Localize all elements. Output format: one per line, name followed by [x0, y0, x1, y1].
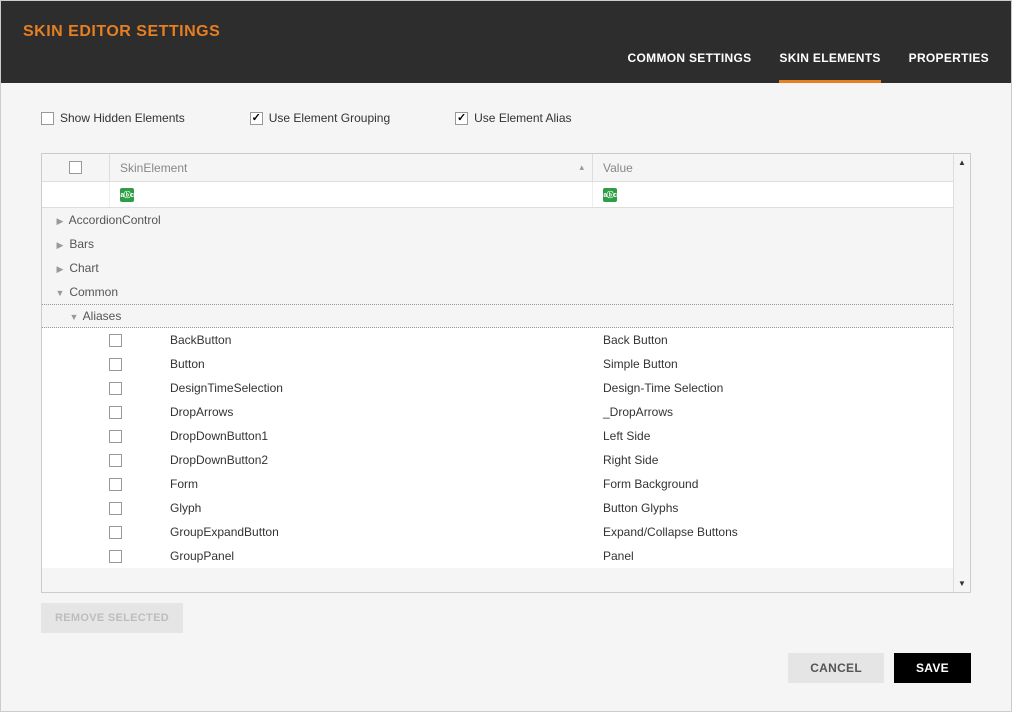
- tab-common-settings[interactable]: COMMON SETTINGS: [628, 51, 752, 83]
- row-value: Back Button: [593, 333, 953, 347]
- row-value: Button Glyphs: [593, 501, 953, 515]
- column-label: SkinElement: [120, 161, 187, 175]
- filter-check-cell: [42, 182, 110, 207]
- row-checkbox[interactable]: [109, 502, 122, 515]
- table-row[interactable]: GroupPanelPanel: [42, 544, 953, 568]
- window-title: SKIN EDITOR SETTINGS: [1, 1, 1011, 41]
- group-label: AccordionControl: [69, 213, 161, 227]
- column-header-value[interactable]: Value: [593, 154, 953, 181]
- row-checkbox[interactable]: [109, 358, 122, 371]
- row-name: GroupExpandButton: [130, 525, 593, 539]
- row-value: Left Side: [593, 429, 953, 443]
- use-alias-checkbox[interactable]: Use Element Alias: [455, 111, 571, 125]
- row-name: DesignTimeSelection: [130, 381, 593, 395]
- header-check-cell: [42, 154, 110, 181]
- filter-value[interactable]: [593, 182, 953, 207]
- row-name: BackButton: [130, 333, 593, 347]
- row-value: Design-Time Selection: [593, 381, 953, 395]
- table-row[interactable]: FormForm Background: [42, 472, 953, 496]
- save-button[interactable]: SAVE: [894, 653, 971, 683]
- column-label: Value: [603, 161, 633, 175]
- options-row: Show Hidden Elements Use Element Groupin…: [41, 111, 971, 125]
- row-checkbox[interactable]: [109, 550, 122, 563]
- group-label: Bars: [69, 237, 94, 251]
- row-checkbox[interactable]: [109, 430, 122, 443]
- row-name: Glyph: [130, 501, 593, 515]
- checkbox-label: Show Hidden Elements: [60, 111, 185, 125]
- tab-skin-elements[interactable]: SKIN ELEMENTS: [779, 51, 880, 83]
- row-name: Form: [130, 477, 593, 491]
- table-row[interactable]: GlyphButton Glyphs: [42, 496, 953, 520]
- cancel-button[interactable]: CANCEL: [788, 653, 884, 683]
- row-checkbox[interactable]: [109, 454, 122, 467]
- row-checkbox[interactable]: [109, 334, 122, 347]
- row-value: Simple Button: [593, 357, 953, 371]
- table-row[interactable]: GroupExpandButtonExpand/Collapse Buttons: [42, 520, 953, 544]
- scroll-up-icon[interactable]: ▲: [954, 154, 970, 171]
- row-checkbox[interactable]: [109, 406, 122, 419]
- tab-bar: COMMON SETTINGS SKIN ELEMENTS PROPERTIES: [628, 51, 989, 83]
- grid-filter-row: [42, 182, 953, 208]
- grid-body: ▶ AccordionControl ▶ Bars ▶ Chart ▼ Comm…: [42, 208, 953, 592]
- row-value: _DropArrows: [593, 405, 953, 419]
- select-all-checkbox[interactable]: [69, 161, 82, 174]
- expand-icon: ▶: [54, 264, 66, 275]
- footer: CANCEL SAVE: [1, 653, 1011, 711]
- grid-header: SkinElement ▴ Value: [42, 154, 953, 182]
- row-name: GroupPanel: [130, 549, 593, 563]
- settings-window: SKIN EDITOR SETTINGS COMMON SETTINGS SKI…: [0, 0, 1012, 712]
- table-row[interactable]: DropDownButton2Right Side: [42, 448, 953, 472]
- checkbox-icon: [455, 112, 468, 125]
- filter-skinelement[interactable]: [110, 182, 593, 207]
- group-row-bars[interactable]: ▶ Bars: [42, 232, 953, 256]
- group-label: Common: [69, 285, 118, 299]
- checkbox-label: Use Element Alias: [474, 111, 571, 125]
- sort-indicator-icon: ▴: [579, 162, 584, 173]
- table-row[interactable]: DesignTimeSelectionDesign-Time Selection: [42, 376, 953, 400]
- grid-main: SkinElement ▴ Value ▶ AccordionControl: [42, 154, 953, 592]
- use-grouping-checkbox[interactable]: Use Element Grouping: [250, 111, 390, 125]
- group-label: Chart: [69, 261, 98, 275]
- row-value: Form Background: [593, 477, 953, 491]
- checkbox-icon: [250, 112, 263, 125]
- row-value: Right Side: [593, 453, 953, 467]
- expand-icon: ▶: [54, 216, 66, 227]
- column-header-skinelement[interactable]: SkinElement ▴: [110, 154, 593, 181]
- table-row[interactable]: DropDownButton1Left Side: [42, 424, 953, 448]
- row-checkbox[interactable]: [109, 382, 122, 395]
- group-row-chart[interactable]: ▶ Chart: [42, 256, 953, 280]
- vertical-scrollbar[interactable]: ▲ ▼: [953, 154, 970, 592]
- row-checkbox[interactable]: [109, 526, 122, 539]
- subgroup-label: Aliases: [83, 309, 122, 323]
- group-row-accordion[interactable]: ▶ AccordionControl: [42, 208, 953, 232]
- subgroup-row-aliases[interactable]: ▼ Aliases: [42, 304, 953, 328]
- collapse-icon: ▼: [68, 312, 80, 322]
- row-name: DropDownButton2: [130, 453, 593, 467]
- show-hidden-checkbox[interactable]: Show Hidden Elements: [41, 111, 185, 125]
- tab-properties[interactable]: PROPERTIES: [909, 51, 989, 83]
- expand-icon: ▶: [54, 240, 66, 251]
- content-area: Show Hidden Elements Use Element Groupin…: [1, 83, 1011, 653]
- collapse-icon: ▼: [54, 288, 66, 298]
- scroll-down-icon[interactable]: ▼: [954, 575, 970, 592]
- table-row[interactable]: BackButtonBack Button: [42, 328, 953, 352]
- filter-icon: [603, 188, 617, 202]
- filter-icon: [120, 188, 134, 202]
- table-row[interactable]: DropArrows_DropArrows: [42, 400, 953, 424]
- row-checkbox[interactable]: [109, 478, 122, 491]
- table-row[interactable]: ButtonSimple Button: [42, 352, 953, 376]
- checkbox-label: Use Element Grouping: [269, 111, 390, 125]
- row-name: DropArrows: [130, 405, 593, 419]
- grid: SkinElement ▴ Value ▶ AccordionControl: [41, 153, 971, 593]
- checkbox-icon: [41, 112, 54, 125]
- row-value: Expand/Collapse Buttons: [593, 525, 953, 539]
- row-value: Panel: [593, 549, 953, 563]
- row-name: DropDownButton1: [130, 429, 593, 443]
- row-name: Button: [130, 357, 593, 371]
- header: SKIN EDITOR SETTINGS COMMON SETTINGS SKI…: [1, 1, 1011, 83]
- remove-selected-button: REMOVE SELECTED: [41, 603, 183, 633]
- group-row-common[interactable]: ▼ Common: [42, 280, 953, 304]
